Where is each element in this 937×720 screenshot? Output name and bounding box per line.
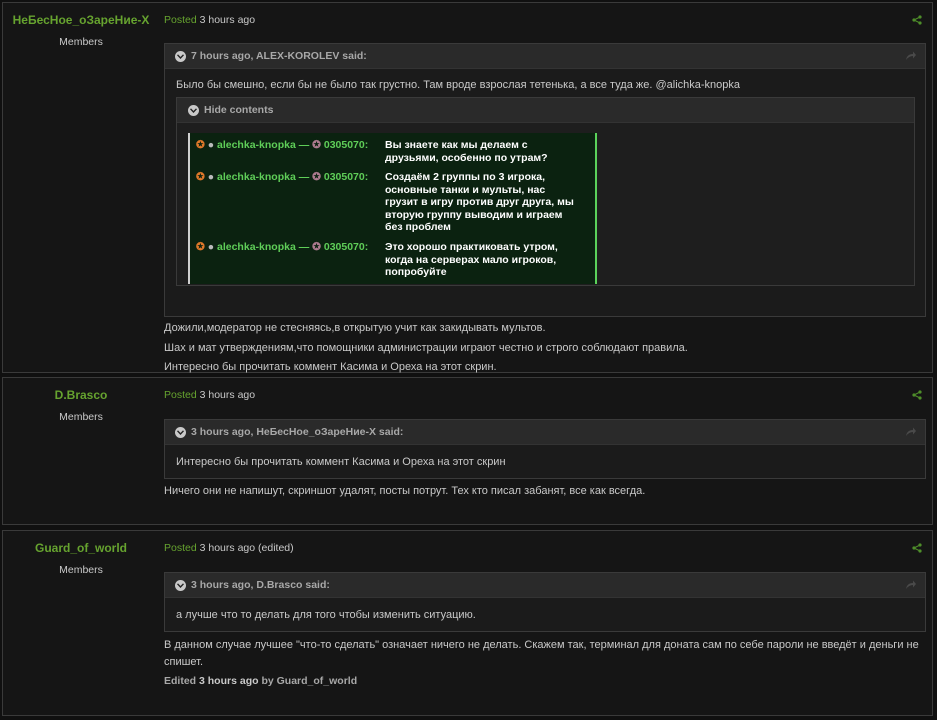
post-1: НеБесНое_оЗареНие-X Members Posted 3 hou… [2,2,933,373]
quote-block: 3 hours ago, D.Brasco said: а лучше что … [164,572,926,632]
star-icon: ✪ [196,171,205,183]
chat-text: Создаём 2 группы по 3 игрока, основные т… [385,171,574,233]
chat-screenshot: ✪ ● alechka-knopka — ✪ 0305070: Вы знает… [188,133,597,284]
post-meta: Posted 3 hours ago [164,389,255,401]
star-icon: ✪ [312,241,321,253]
share-icon[interactable] [912,15,922,25]
quote-block: 7 hours ago, ALEX-KOROLEV said: Было бы … [164,43,926,317]
star-icon: ✪ [312,171,321,183]
quote-header[interactable]: 7 hours ago, ALEX-KOROLEV said: [165,44,925,69]
chat-sender: ✪ ● alechka-knopka — ✪ 0305070: [196,139,369,151]
author-group: Members [59,411,103,423]
author-group: Members [59,36,103,48]
author-name-link[interactable]: Guard_of_world [3,541,159,555]
post-time-link[interactable]: 3 hours ago [200,389,255,401]
quote-text: Интересно бы прочитать коммент Касима и … [176,456,506,468]
clan-icon: ● [207,139,215,151]
chat-sender: ✪ ● alechka-knopka — ✪ 0305070: [196,241,369,253]
post-paragraph: Дожили,модератор не стесняясь,в открытую… [164,322,546,334]
chat-sender: ✪ ● alechka-knopka — ✪ 0305070: [196,171,369,183]
posted-label: Posted [164,542,197,554]
posted-label: Posted [164,14,197,26]
post-3: Guard_of_world Members Posted 3 hours ag… [2,530,933,716]
quote-citation: 3 hours ago, D.Brasco said: [191,579,330,591]
author-name-link[interactable]: НеБесНое_оЗареНие-X [3,13,159,27]
chat-text: Вы знаете как мы делаем с друзьями, особ… [385,139,548,164]
clan-icon: ● [207,241,215,253]
spoiler-block: Hide contents ✪ ● alechka-knopka — ✪ 030… [176,97,915,286]
quote-citation: 3 hours ago, НеБесНое_оЗареНие-X said: [191,426,404,438]
reply-arrow-icon[interactable] [905,50,917,62]
quote-header[interactable]: 3 hours ago, D.Brasco said: [165,573,925,598]
quote-citation: 7 hours ago, ALEX-KOROLEV said: [191,50,367,62]
chevron-down-icon[interactable] [175,426,186,438]
quote-text: а лучше что то делать для того чтобы изм… [176,609,476,621]
author-panel: Guard_of_world Members [3,531,159,576]
edited-time: 3 hours ago [199,675,259,687]
chat-text: Это хорошо практиковать утром, когда на … [385,241,558,278]
posted-label: Posted [164,389,197,401]
post-paragraph: В данном случае лучшее "что-то сделать" … [164,639,919,668]
reply-arrow-icon[interactable] [905,426,917,438]
author-panel: D.Brasco Members [3,378,159,423]
post-meta: Posted 3 hours ago [164,14,255,26]
share-icon[interactable] [912,543,922,553]
post-time-link[interactable]: 3 hours ago [200,14,255,26]
post-paragraph: Ничего они не напишут, скриншот удалят, … [164,485,646,497]
post-time-link[interactable]: 3 hours ago [200,542,255,554]
edited-note: Edited 3 hours ago by Guard_of_world [164,675,357,687]
post-paragraph: Шах и мат утверждениям,что помощники адм… [164,342,688,354]
author-group: Members [59,564,103,576]
post-2: D.Brasco Members Posted 3 hours ago 3 ho… [2,377,933,525]
quote-header[interactable]: 3 hours ago, НеБесНое_оЗареНие-X said: [165,420,925,445]
chevron-down-icon[interactable] [175,579,186,591]
reply-arrow-icon[interactable] [905,579,917,591]
spoiler-toggle[interactable]: Hide contents [177,98,914,123]
edited-prefix: Edited [164,675,197,687]
author-panel: НеБесНое_оЗареНие-X Members [3,3,159,48]
quote-block: 3 hours ago, НеБесНое_оЗареНие-X said: И… [164,419,926,479]
chevron-down-icon[interactable] [175,50,186,62]
star-icon: ✪ [312,139,321,151]
quote-text: Было бы смешно, если бы не было так грус… [176,79,741,91]
edited-by: by Guard_of_world [261,675,358,687]
star-icon: ✪ [196,241,205,253]
star-icon: ✪ [196,139,205,151]
share-icon[interactable] [912,390,922,400]
author-name-link[interactable]: D.Brasco [3,388,159,402]
post-paragraph: Интересно бы прочитать коммент Касима и … [164,361,497,373]
chevron-down-icon[interactable] [188,104,199,116]
post-meta: Posted 3 hours ago (edited) [164,542,294,554]
edited-flag: (edited) [258,542,294,554]
spoiler-label: Hide contents [204,104,274,116]
clan-icon: ● [207,171,215,183]
